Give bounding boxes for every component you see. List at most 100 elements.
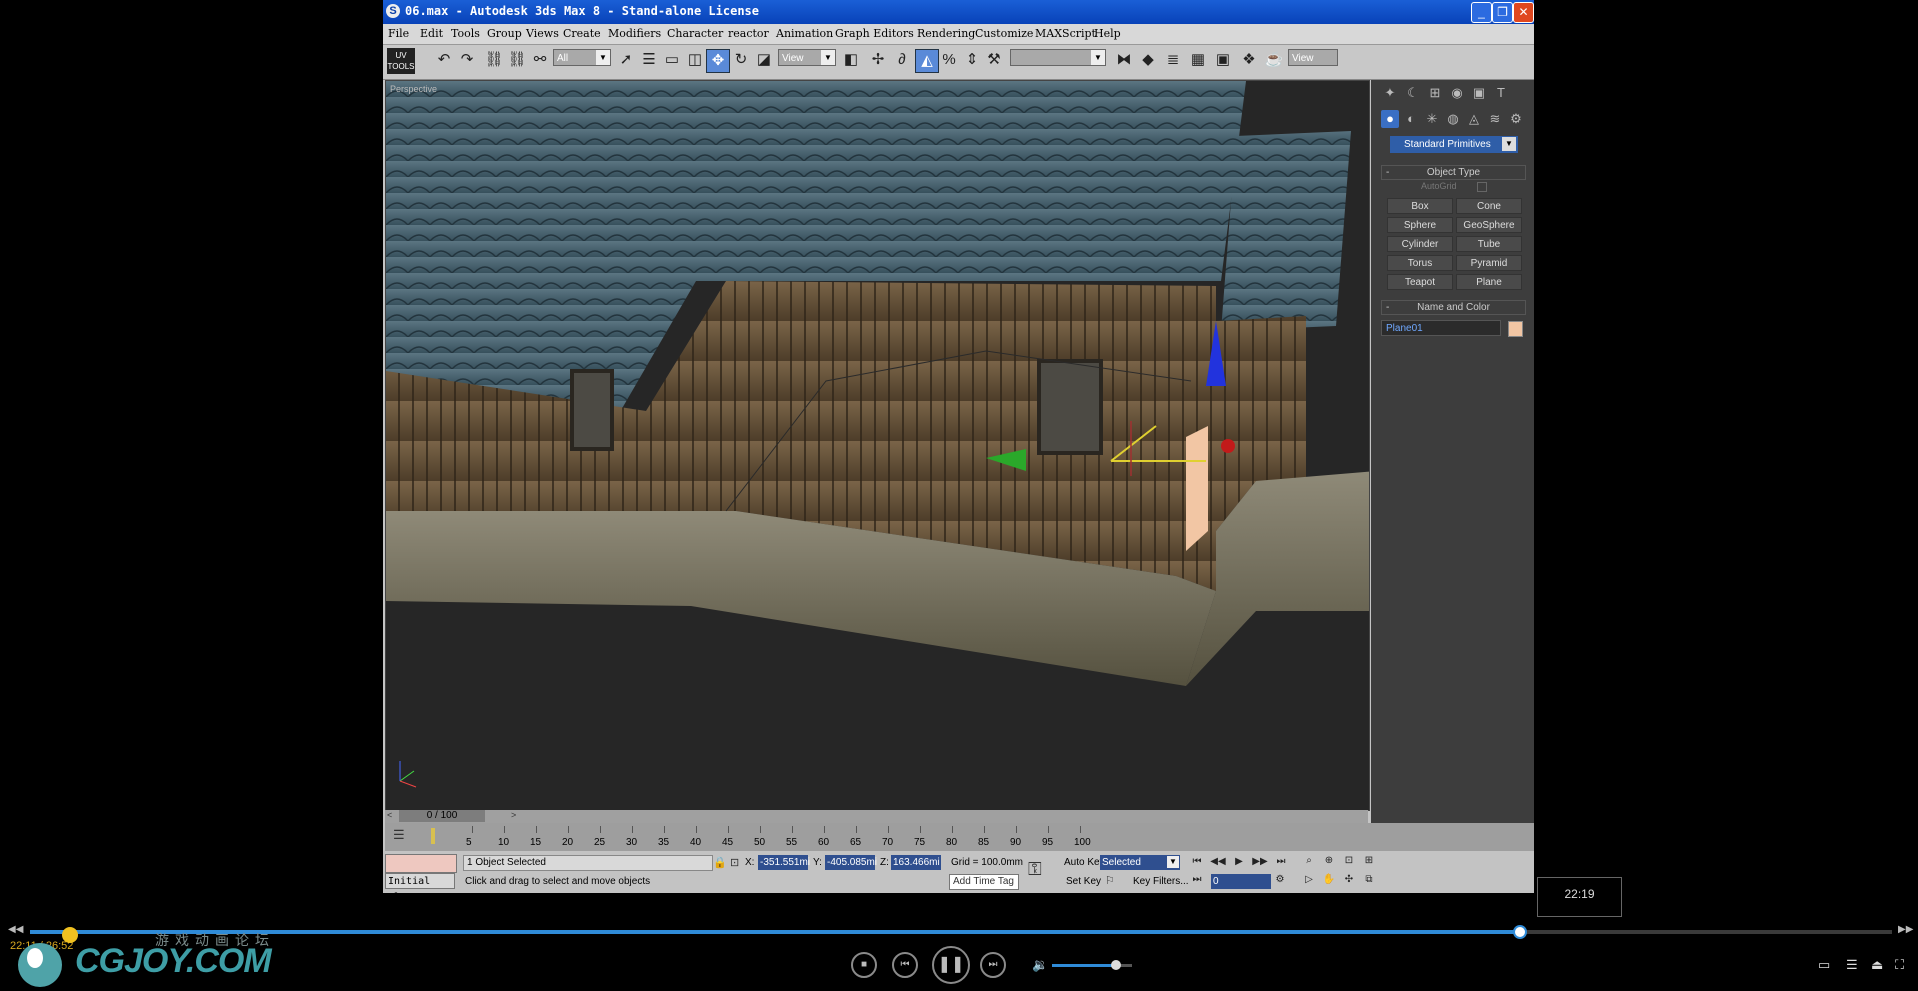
next-frame-arrow-icon[interactable]: > [511,810,516,820]
plane-button[interactable]: Plane [1456,274,1522,290]
volume-icon[interactable]: 🔉 [1032,957,1048,973]
pivot-center-icon[interactable]: ◧ [840,49,862,71]
maxscript-mini-listener-top[interactable] [385,854,457,873]
key-icon[interactable]: ⚿ [1028,859,1042,880]
reference-coordinate-dropdown[interactable]: View ▼ [778,49,836,66]
mini-curve-editor-icon[interactable]: ☰ [393,827,405,843]
menu-help[interactable]: Help [1094,27,1121,40]
go-to-start-icon[interactable]: ⏮ [1189,855,1205,869]
next-button[interactable]: ⏭ [980,952,1006,978]
time-slider-thumb[interactable]: 0 / 100 [399,810,485,822]
perspective-viewport[interactable]: Perspective [385,80,1370,811]
teapot-button[interactable]: Teapot [1387,274,1453,290]
geosphere-button[interactable]: GeoSphere [1456,217,1522,233]
autogrid-checkbox[interactable] [1477,182,1487,192]
undo-icon[interactable]: ↶ [433,49,455,71]
uv-tools-button[interactable]: UV TOOLS [387,48,415,74]
play-icon[interactable]: ▶ [1231,855,1247,869]
absolute-mode-icon[interactable]: ⊡ [730,856,739,869]
time-configuration-icon[interactable]: ⚙ [1272,873,1288,887]
previous-button[interactable]: ⏮ [892,952,918,978]
seek-forward-icon[interactable]: ▶▶ [1898,924,1913,935]
lights-icon[interactable]: ✳ [1423,110,1441,128]
set-key-button[interactable]: Set Key [1066,876,1101,887]
bind-space-warp-icon[interactable]: ⚯ [529,49,551,71]
zoom-icon[interactable]: ⌕ [1301,854,1317,868]
settings-icon[interactable]: ☰ [1846,957,1858,973]
name-and-color-rollout[interactable]: - Name and Color [1381,300,1526,315]
prev-frame-arrow-icon[interactable]: < [387,810,392,820]
display-tab-icon[interactable]: ▣ [1470,84,1488,102]
scale-icon[interactable]: ◪ [753,49,775,71]
lock-selection-icon[interactable]: 🔒 [713,856,727,869]
screen-icon[interactable]: ▭ [1818,957,1830,973]
align-icon[interactable]: ◆ [1137,49,1159,71]
next-frame-icon[interactable]: ▶▶ [1252,855,1268,869]
box-button[interactable]: Box [1387,198,1453,214]
pause-button[interactable]: ❚❚ [932,946,970,984]
primitive-category-dropdown[interactable]: Standard Primitives ▼ [1390,136,1518,153]
systems-icon[interactable]: ⚙ [1507,110,1525,128]
named-selection-dropdown[interactable]: ▼ [1010,49,1106,66]
menu-animation[interactable]: Animation [776,27,833,40]
3ds-max-icon[interactable]: S [386,4,400,18]
motion-tab-icon[interactable]: ◉ [1448,84,1466,102]
add-time-tag-field[interactable]: Add Time Tag [949,874,1019,890]
menu-file[interactable]: File [388,27,409,40]
select-by-name-icon[interactable]: ☰ [638,49,660,71]
tube-button[interactable]: Tube [1456,236,1522,252]
space-warps-icon[interactable]: ≋ [1486,110,1504,128]
pyramid-button[interactable]: Pyramid [1456,255,1522,271]
key-mode-dropdown[interactable]: Selected ▼ [1100,855,1180,870]
zoom-all-icon[interactable]: ⊕ [1321,854,1337,868]
geometry-icon[interactable]: ● [1381,110,1399,128]
snaps-toggle-icon[interactable]: ∂ [891,49,913,71]
object-name-field[interactable]: Plane01 [1381,320,1501,336]
y-coordinate-field[interactable]: -405.085mi [825,855,877,870]
zoom-extents-all-icon[interactable]: ⊞ [1361,854,1377,868]
maximize-viewport-icon[interactable]: ⧉ [1361,873,1377,887]
cameras-icon[interactable]: ◍ [1444,110,1462,128]
stop-button[interactable]: ■ [851,952,877,978]
shapes-icon[interactable]: ◐ [1402,110,1420,128]
mirror-icon[interactable]: ⧓ [1113,49,1135,71]
current-frame-field[interactable]: 0 [1211,874,1271,889]
helpers-icon[interactable]: ◬ [1465,110,1483,128]
render-type-dropdown[interactable]: View [1288,49,1338,66]
menu-maxscript[interactable]: MAXScript [1035,27,1096,40]
viewport-label[interactable]: Perspective [390,84,437,94]
close-button[interactable]: ✕ [1513,2,1534,23]
volume-slider[interactable] [1052,960,1132,970]
video-progress-bar[interactable] [30,925,1892,939]
menu-customize[interactable]: Customize [975,27,1033,40]
time-indicator[interactable] [431,828,435,844]
auto-key-button[interactable]: Auto Key [1064,857,1105,868]
key-filters-button[interactable]: Key Filters... [1133,876,1189,887]
selection-filter-dropdown[interactable]: All ▼ [553,49,611,66]
spinner-snap-icon[interactable]: ⇕ [961,49,983,71]
pan-icon[interactable]: ✋ [1321,873,1337,887]
maximize-button[interactable]: ❐ [1492,2,1513,23]
utilities-tab-icon[interactable]: T [1492,84,1510,102]
menu-create[interactable]: Create [563,27,601,40]
modify-tab-icon[interactable]: ☾ [1404,84,1422,102]
go-to-end-icon[interactable]: ⏭ [1273,855,1289,869]
unlink-icon[interactable]: ⛓ [506,49,528,71]
object-type-rollout[interactable]: - Object Type [1381,165,1526,180]
menu-rendering[interactable]: Rendering [917,27,975,40]
fullscreen-icon[interactable]: ⛶ [1895,957,1904,973]
rotate-icon[interactable]: ↻ [730,49,752,71]
cylinder-button[interactable]: Cylinder [1387,236,1453,252]
minimize-button[interactable]: _ [1471,2,1492,23]
curve-editor-icon[interactable]: ▦ [1187,49,1209,71]
window-crossing-icon[interactable]: ◫ [684,49,706,71]
key-mode-toggle-icon[interactable]: ⏭ [1189,873,1205,887]
track-bar[interactable]: ☰ 5 10 15 20 25 30 35 40 45 50 55 60 65 70 75 80 85 90 95 1… [385,823,1534,851]
maxscript-mini-listener[interactable]: Initial Clust [385,873,455,893]
arc-rotate-icon[interactable]: ✣ [1341,873,1357,887]
zoom-extents-icon[interactable]: ⊡ [1341,854,1357,868]
edit-named-selection-icon[interactable]: ⚒ [983,49,1005,71]
rectangular-region-icon[interactable]: ▭ [661,49,683,71]
select-object-icon[interactable]: ➚ [615,49,637,71]
x-coordinate-field[interactable]: -351.551mi [758,855,810,870]
